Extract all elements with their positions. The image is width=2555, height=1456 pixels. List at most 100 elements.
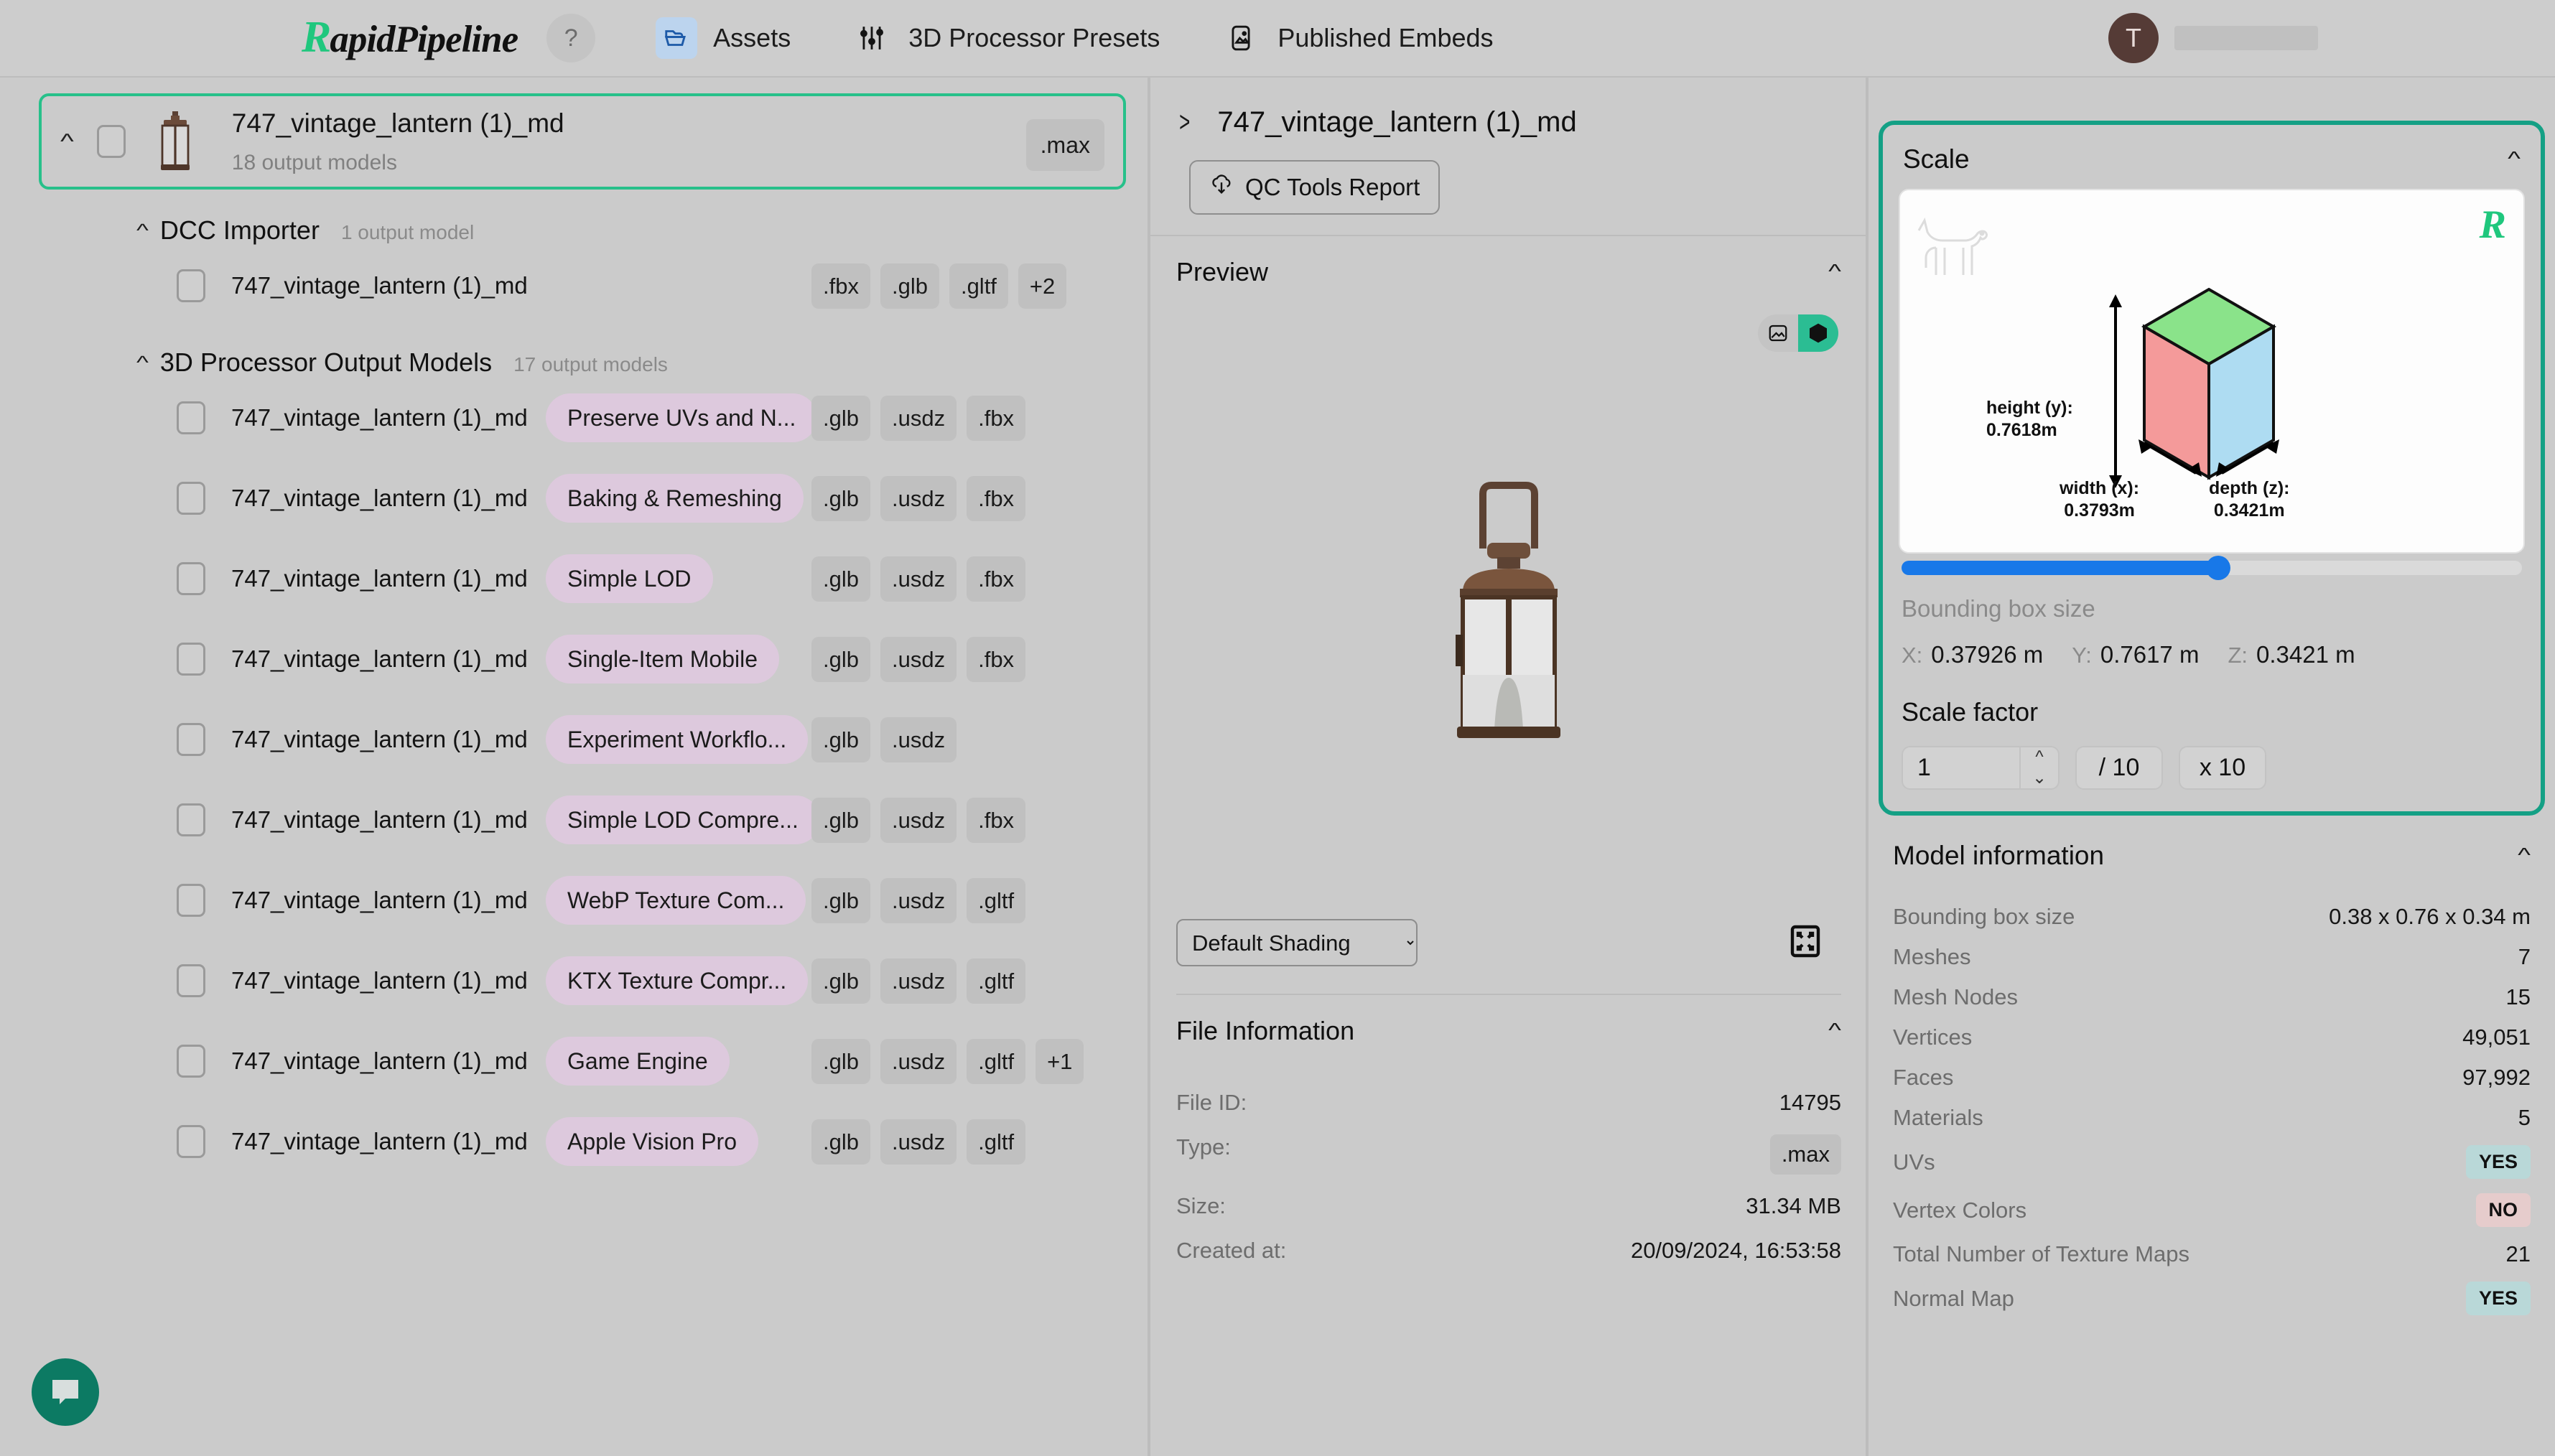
file-information-section-header[interactable]: File Information ^ <box>1150 995 1867 1060</box>
extension-chip[interactable]: .fbx <box>811 263 870 309</box>
chevron-up-icon[interactable]: ^ <box>136 220 149 241</box>
extension-chip[interactable]: .gltf <box>949 263 1008 309</box>
scale-factor-stepper[interactable]: ^ ⌄ <box>1902 746 2060 790</box>
nav-item-published-embeds[interactable]: Published Embeds <box>1220 17 1494 59</box>
row-preset-chip[interactable]: Apple Vision Pro <box>546 1117 758 1166</box>
extension-chip[interactable]: .glb <box>811 395 870 441</box>
table-row[interactable]: 747_vintage_lantern (1)_md Apple Vision P… <box>0 1101 1148 1182</box>
extension-chip[interactable]: .usdz <box>880 636 957 682</box>
row-checkbox[interactable] <box>177 723 205 756</box>
chevron-up-icon[interactable]: ^ <box>2508 148 2521 170</box>
row-checkbox[interactable] <box>177 964 205 997</box>
fullscreen-icon[interactable] <box>1788 924 1825 961</box>
row-checkbox[interactable] <box>177 269 205 302</box>
extension-chip[interactable]: .gltf <box>967 877 1026 923</box>
row-checkbox[interactable] <box>177 562 205 595</box>
shading-select[interactable]: Default ShadingWireframeNormalsUV Checke… <box>1176 919 1418 966</box>
chevron-up-icon[interactable]: ^ <box>1828 1019 1841 1042</box>
extension-chip[interactable]: .usdz <box>880 1119 957 1165</box>
table-row[interactable]: 747_vintage_lantern (1)_md Preserve UVs a… <box>0 378 1148 458</box>
extension-chip[interactable]: .glb <box>811 877 870 923</box>
row-checkbox[interactable] <box>177 1125 205 1158</box>
extension-chip[interactable]: .usdz <box>880 717 957 762</box>
table-row[interactable]: 747_vintage_lantern (1)_md .fbx .glb .gltf +… <box>0 246 1148 326</box>
extension-chip[interactable]: .glb <box>811 717 870 762</box>
group-header-3d-processor-output-models[interactable]: ^ 3D Processor Output Models 17 output m… <box>136 347 1148 378</box>
extension-chip[interactable]: .glb <box>811 958 870 1004</box>
extension-chip[interactable]: .fbx <box>967 395 1026 441</box>
brand-logo[interactable]: R apidPipeline <box>302 15 518 61</box>
avatar[interactable]: T <box>2108 13 2159 63</box>
chevron-up-icon[interactable]: ^ <box>60 129 74 154</box>
user-menu[interactable]: T <box>2108 13 2318 63</box>
extension-chip[interactable]: .glb <box>811 1119 870 1165</box>
preview-section-header[interactable]: Preview ^ <box>1150 236 1867 302</box>
scale-factor-spinner[interactable]: ^ ⌄ <box>2019 747 2058 788</box>
extension-chip[interactable]: .glb <box>811 797 870 843</box>
table-row[interactable]: 747_vintage_lantern (1)_md Single-Item Mo… <box>0 619 1148 699</box>
asset-checkbox[interactable] <box>96 125 126 158</box>
help-button[interactable]: ? <box>546 14 596 62</box>
extension-chip[interactable]: .gltf <box>967 958 1026 1004</box>
table-row[interactable]: 747_vintage_lantern (1)_md Baking & Remes… <box>0 458 1148 538</box>
extension-chip[interactable]: .glb <box>880 263 939 309</box>
row-preset-chip[interactable]: Baking & Remeshing <box>546 474 804 523</box>
extension-chip[interactable]: .usdz <box>880 395 957 441</box>
row-checkbox[interactable] <box>177 884 205 917</box>
row-checkbox[interactable] <box>177 1045 205 1078</box>
table-row[interactable]: 747_vintage_lantern (1)_md Game Engine .gl… <box>0 1021 1148 1101</box>
extension-chip[interactable]: .usdz <box>880 797 957 843</box>
row-preset-chip[interactable]: Single-Item Mobile <box>546 635 779 683</box>
chevron-up-icon[interactable]: ^ <box>136 352 149 373</box>
row-checkbox[interactable] <box>177 803 205 836</box>
row-preset-chip[interactable]: KTX Texture Compr... <box>546 956 809 1005</box>
file-info-value[interactable]: .max <box>1769 1134 1841 1175</box>
multiply-by-ten-button[interactable]: x 10 <box>2179 746 2266 790</box>
extension-chip[interactable]: .fbx <box>967 475 1026 521</box>
preview-viewport[interactable] <box>1150 302 1867 919</box>
table-row[interactable]: 747_vintage_lantern (1)_md Simple LOD .glb… <box>0 538 1148 619</box>
chevron-down-icon[interactable]: ⌄ <box>2021 767 2058 788</box>
extension-chip[interactable]: .usdz <box>880 556 957 602</box>
table-row[interactable]: 747_vintage_lantern (1)_md WebP Texture C… <box>0 860 1148 941</box>
row-checkbox[interactable] <box>177 401 205 434</box>
row-checkbox[interactable] <box>177 482 205 515</box>
extension-chip[interactable]: .gltf <box>967 1119 1026 1165</box>
group-header-dcc-importer[interactable]: ^ DCC Importer 1 output model <box>136 215 1148 246</box>
table-row[interactable]: 747_vintage_lantern (1)_md Simple LOD Com… <box>0 780 1148 860</box>
extension-chip[interactable]: .usdz <box>880 958 957 1004</box>
extension-chip[interactable]: .usdz <box>880 475 957 521</box>
extension-chip[interactable]: .gltf <box>967 1038 1026 1084</box>
extension-chip[interactable]: .glb <box>811 556 870 602</box>
extension-chip[interactable]: .glb <box>811 636 870 682</box>
row-preset-chip[interactable]: Game Engine <box>546 1037 730 1086</box>
extension-chip[interactable]: .glb <box>811 1038 870 1084</box>
extension-chip[interactable]: .usdz <box>880 1038 957 1084</box>
row-checkbox[interactable] <box>177 643 205 676</box>
extension-chip[interactable]: +2 <box>1018 263 1067 309</box>
chevron-up-icon[interactable]: ^ <box>2518 844 2531 867</box>
model-information-section-header[interactable]: Model information ^ <box>1868 816 2555 878</box>
nav-item-3d-processor-presets[interactable]: 3D Processor Presets <box>851 17 1160 59</box>
row-preset-chip[interactable]: Preserve UVs and N... <box>546 393 818 442</box>
divide-by-ten-button[interactable]: / 10 <box>2075 746 2163 790</box>
chevron-up-icon[interactable]: ^ <box>1828 261 1841 283</box>
extension-chip[interactable]: .glb <box>811 475 870 521</box>
chevron-right-icon[interactable]: > <box>1179 106 1190 139</box>
row-preset-chip[interactable]: WebP Texture Com... <box>546 876 806 925</box>
scale-slider[interactable] <box>1899 554 2525 580</box>
qc-tools-report-button[interactable]: QC Tools Report <box>1189 160 1441 215</box>
table-row[interactable]: 747_vintage_lantern (1)_md Experiment Wor… <box>0 699 1148 780</box>
extension-chip[interactable]: .usdz <box>880 877 957 923</box>
asset-extension-chip[interactable]: .max <box>1025 119 1104 171</box>
nav-item-assets[interactable]: Assets <box>656 17 791 59</box>
row-preset-chip[interactable]: Simple LOD <box>546 554 713 603</box>
chat-bubble-icon[interactable] <box>32 1358 99 1426</box>
scale-section-header[interactable]: Scale ^ <box>1899 125 2525 189</box>
row-preset-chip[interactable]: Experiment Workflo... <box>546 715 809 764</box>
scale-slider-handle[interactable] <box>2205 556 2230 580</box>
extension-chip[interactable]: .fbx <box>967 797 1026 843</box>
chevron-up-icon[interactable]: ^ <box>2021 747 2058 767</box>
extension-chip[interactable]: .fbx <box>967 636 1026 682</box>
row-preset-chip[interactable]: Simple LOD Compre... <box>546 795 820 844</box>
